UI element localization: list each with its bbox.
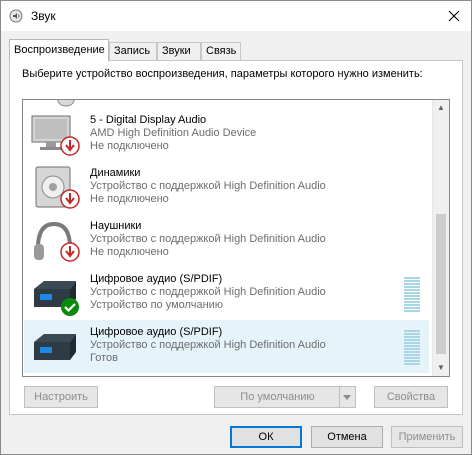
device-list[interactable]: 5 - Digital Display Audio AMD High Defin…: [22, 99, 450, 377]
close-icon[interactable]: [445, 7, 463, 25]
device-status: Готов: [90, 352, 118, 364]
device-row-headphones[interactable]: Наушники Устройство с поддержкой High De…: [24, 214, 429, 267]
partial-device-icon: [57, 100, 75, 107]
chevron-down-icon[interactable]: [339, 387, 355, 407]
instruction-text: Выберите устройство воспроизведения, пар…: [22, 68, 423, 80]
device-name: Цифровое аудио (S/PDIF): [90, 273, 223, 285]
device-status: Не подключено: [90, 140, 169, 152]
ok-button[interactable]: ОК: [230, 426, 302, 448]
device-driver: Устройство с поддержкой High Definition …: [90, 180, 326, 192]
device-driver: Устройство с поддержкой High Definition …: [90, 339, 326, 351]
device-name: Наушники: [90, 220, 142, 232]
tab-recording[interactable]: Запись: [109, 42, 157, 60]
scroll-up-icon[interactable]: ▲: [433, 100, 449, 116]
tab-communications[interactable]: Связь: [201, 42, 241, 60]
device-row-speakers[interactable]: Динамики Устройство с поддержкой High De…: [24, 161, 429, 214]
default-check-icon: [61, 298, 79, 316]
volume-meter: [404, 330, 420, 366]
playback-panel: Выберите устройство воспроизведения, пар…: [9, 60, 463, 415]
device-name: Динамики: [90, 167, 141, 179]
device-row-digital-display[interactable]: 5 - Digital Display Audio AMD High Defin…: [24, 108, 429, 161]
cancel-button[interactable]: Отмена: [311, 426, 383, 448]
set-default-label: По умолчанию: [240, 391, 315, 403]
apply-button[interactable]: Применить: [391, 426, 463, 448]
properties-button[interactable]: Свойства: [374, 386, 448, 408]
title-bar[interactable]: Звук: [1, 1, 471, 31]
device-name: Цифровое аудио (S/PDIF): [90, 326, 223, 338]
window-title: Звук: [31, 9, 56, 23]
digital-audio-icon: [34, 334, 76, 360]
speaker-app-icon: [9, 9, 23, 23]
sound-dialog: Звук Воспроизведение Запись Звуки Связь …: [0, 0, 472, 455]
device-status: Не подключено: [90, 193, 169, 205]
device-status: Не подключено: [90, 246, 169, 258]
configure-button[interactable]: Настроить: [24, 386, 98, 408]
tab-playback[interactable]: Воспроизведение: [9, 39, 109, 61]
volume-meter: [404, 277, 420, 313]
device-driver: AMD High Definition Audio Device: [90, 127, 257, 139]
scroll-thumb[interactable]: [436, 214, 446, 354]
device-list-scrollbar[interactable]: ▲ ▼: [432, 100, 449, 376]
device-name: 5 - Digital Display Audio: [90, 114, 207, 126]
tab-sounds[interactable]: Звуки: [157, 42, 201, 60]
device-status: Устройство по умолчанию: [90, 299, 224, 311]
disconnected-badge-icon: [60, 242, 80, 262]
disconnected-badge-icon: [60, 136, 80, 156]
scroll-down-icon[interactable]: ▼: [433, 360, 449, 376]
device-row-spdif-default[interactable]: Цифровое аудио (S/PDIF) Устройство с под…: [24, 267, 429, 320]
device-driver: Устройство с поддержкой High Definition …: [90, 286, 326, 298]
disconnected-badge-icon: [60, 189, 80, 209]
device-driver: Устройство с поддержкой High Definition …: [90, 233, 326, 245]
set-default-button[interactable]: По умолчанию: [214, 386, 356, 408]
device-row-spdif-ready[interactable]: Цифровое аудио (S/PDIF) Устройство с под…: [24, 320, 429, 373]
